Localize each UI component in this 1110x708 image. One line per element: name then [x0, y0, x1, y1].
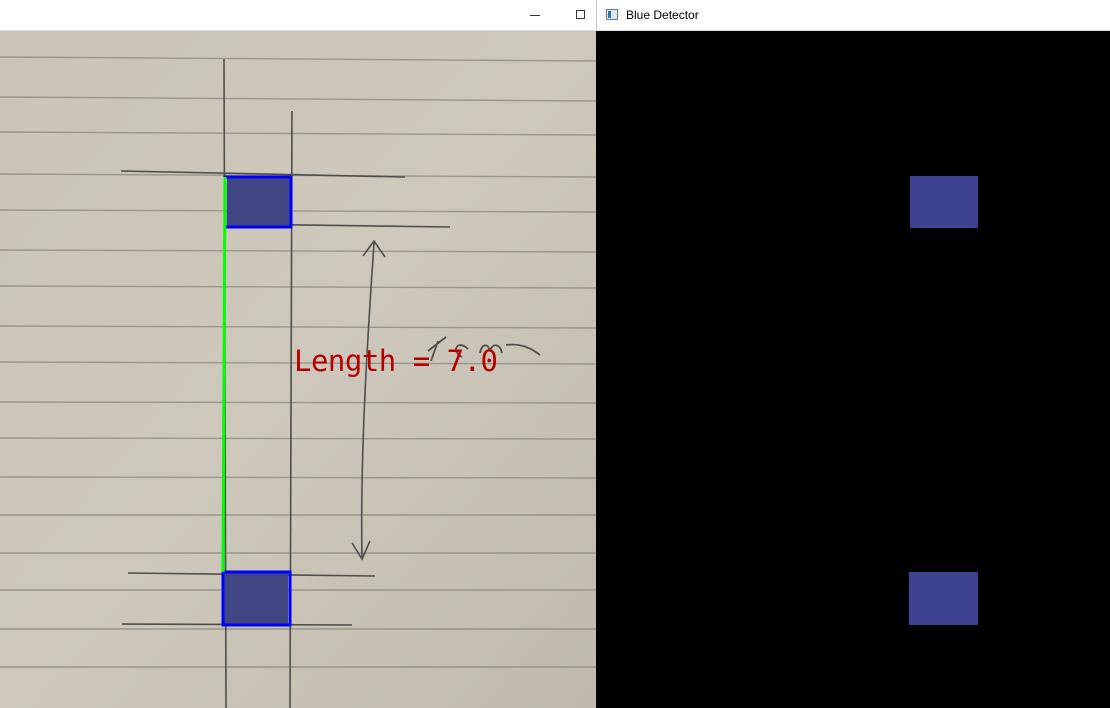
blue-marker-top [227, 178, 290, 226]
blue-detector-title: Blue Detector [626, 8, 699, 22]
maximize-button[interactable] [558, 0, 596, 31]
minimize-button[interactable] [512, 0, 558, 31]
mask-blob-bottom [909, 572, 978, 625]
blue-detector-window: Blue Detector [596, 0, 1110, 708]
mask-frame [596, 31, 1110, 708]
mask-blob-top [910, 176, 978, 228]
blue-detector-titlebar: Blue Detector [596, 0, 1110, 31]
camera-window: Length = 7.0 [0, 0, 596, 708]
blue-marker-bottom [224, 573, 288, 624]
maximize-icon [576, 10, 585, 19]
camera-window-titlebar [0, 0, 596, 31]
minimize-icon [530, 15, 540, 16]
measurement-line [221, 176, 227, 573]
app-window-icon [606, 9, 618, 20]
length-label: Length = 7.0 [294, 344, 498, 378]
